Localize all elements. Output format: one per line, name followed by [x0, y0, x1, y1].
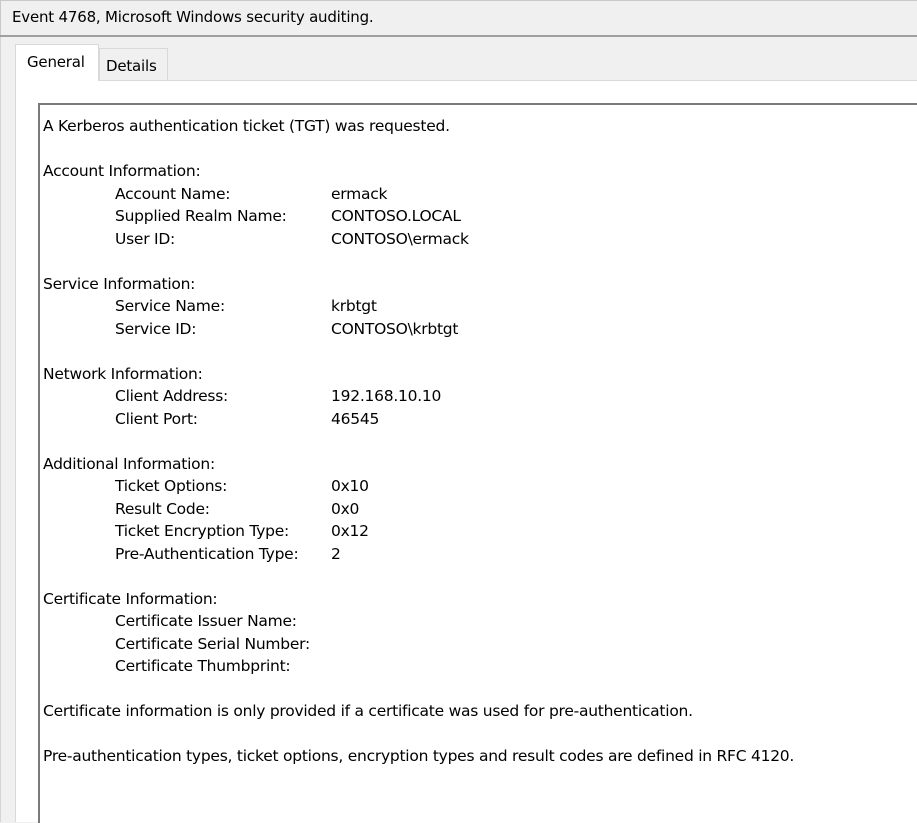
- field-row-certificate-issuer-name: Certificate Issuer Name:: [43, 610, 794, 633]
- frame-edge: [0, 37, 1, 822]
- field-label: Client Address:: [115, 387, 228, 405]
- field-label: Pre-Authentication Type:: [115, 544, 299, 563]
- title-divider: [0, 35, 917, 37]
- general-tab-panel: A Kerberos authentication ticket (TGT) w…: [15, 80, 917, 823]
- field-label: Service Name:: [115, 297, 225, 315]
- rfc-note: Pre-authentication types, ticket options…: [43, 747, 795, 765]
- field-row-client-port: Client Port: 46545: [43, 408, 794, 431]
- section-heading-network: Network Information:: [43, 364, 203, 383]
- field-label: Ticket Options:: [115, 477, 228, 495]
- field-value: CONTOSO.LOCAL: [331, 207, 461, 225]
- field-row-service-name: Service Name: krbtgt: [43, 295, 794, 318]
- section-heading-additional: Additional Information:: [43, 454, 215, 473]
- field-value: CONTOSO\krbtgt: [331, 319, 459, 338]
- field-row-client-address: Client Address: 192.168.10.10: [43, 385, 794, 408]
- field-label: Ticket Encryption Type:: [115, 522, 289, 540]
- section-heading-certificate: Certificate Information:: [43, 589, 218, 608]
- field-row-service-id: Service ID: CONTOSO\krbtgt: [43, 318, 794, 341]
- field-row-user-id: User ID: CONTOSO\ermack: [43, 228, 794, 251]
- window-title-bar: Event 4768, Microsoft Windows security a…: [0, 0, 917, 35]
- field-value: 0x10: [331, 477, 369, 495]
- field-value: 192.168.10.10: [331, 387, 442, 405]
- certificate-note: Certificate information is only provided…: [43, 702, 693, 720]
- field-label: User ID:: [115, 229, 175, 248]
- field-row-certificate-serial-number: Certificate Serial Number:: [43, 633, 794, 656]
- field-value: ermack: [331, 184, 388, 203]
- field-label: Account Name:: [115, 184, 231, 203]
- event-summary: A Kerberos authentication ticket (TGT) w…: [43, 117, 450, 135]
- field-label: Service ID:: [115, 319, 197, 338]
- field-value: 46545: [331, 409, 380, 428]
- section-heading-service: Service Information:: [43, 274, 196, 293]
- field-label: Certificate Thumbprint:: [115, 657, 291, 675]
- field-row-ticket-encryption-type: Ticket Encryption Type: 0x12: [43, 520, 794, 543]
- field-row-ticket-options: Ticket Options: 0x10: [43, 475, 794, 498]
- field-value: CONTOSO\ermack: [331, 229, 469, 248]
- event-description-textbox[interactable]: A Kerberos authentication ticket (TGT) w…: [38, 103, 917, 823]
- tab-details[interactable]: Details: [99, 48, 168, 80]
- field-label: Certificate Serial Number:: [115, 634, 310, 653]
- field-label: Supplied Realm Name:: [115, 207, 287, 225]
- field-row-result-code: Result Code: 0x0: [43, 498, 794, 521]
- field-label: Result Code:: [115, 499, 210, 518]
- field-value: 0x0: [331, 499, 360, 518]
- window-title: Event 4768, Microsoft Windows security a…: [12, 8, 374, 26]
- field-value: 0x12: [331, 522, 369, 540]
- field-label: Certificate Issuer Name:: [115, 612, 297, 630]
- field-label: Client Port:: [115, 409, 198, 428]
- field-value: 2: [331, 544, 341, 563]
- tab-general[interactable]: General: [15, 44, 99, 81]
- field-value: krbtgt: [331, 297, 377, 315]
- section-heading-account: Account Information:: [43, 162, 201, 180]
- field-row-account-name: Account Name: ermack: [43, 183, 794, 206]
- field-row-supplied-realm-name: Supplied Realm Name: CONTOSO.LOCAL: [43, 205, 794, 228]
- field-row-certificate-thumbprint: Certificate Thumbprint:: [43, 655, 794, 678]
- field-row-pre-authentication-type: Pre-Authentication Type: 2: [43, 543, 794, 566]
- event-description: A Kerberos authentication ticket (TGT) w…: [43, 115, 794, 768]
